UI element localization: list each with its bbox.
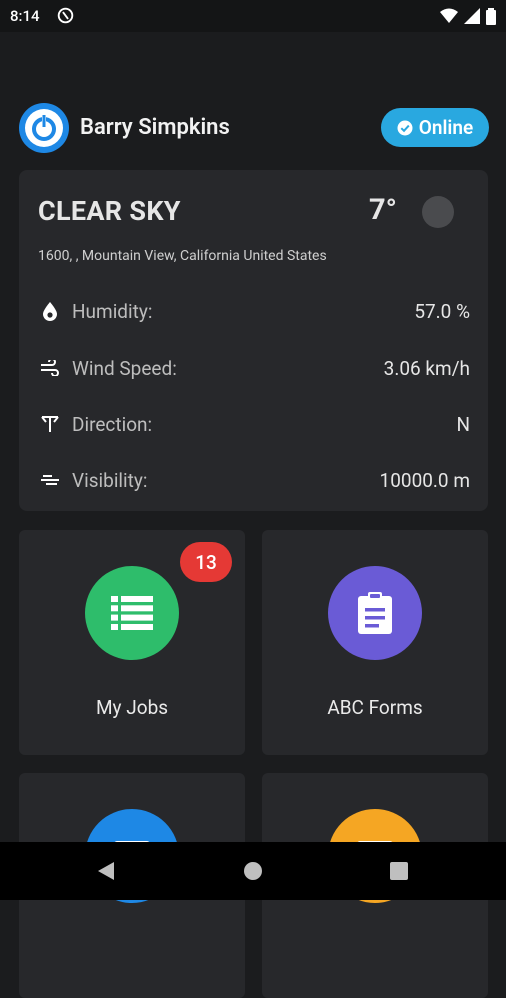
- my-jobs-icon-circle: [85, 566, 179, 660]
- status-icons: [440, 6, 496, 26]
- tile-label: My Jobs: [95, 696, 169, 719]
- weather-row-value: N: [456, 412, 470, 436]
- power-icon: [25, 109, 63, 147]
- weather-row-value: 3.06 km/h: [383, 356, 470, 380]
- weather-row-humidity: Humidity: 57.0 %: [38, 296, 470, 326]
- avatar[interactable]: [19, 103, 69, 153]
- tile-label: ABC Forms: [327, 696, 423, 719]
- weather-location: 1600, , Mountain View, California United…: [38, 248, 327, 264]
- user-name: Barry Simpkins: [80, 115, 230, 140]
- online-status-label: Online: [418, 116, 474, 139]
- weather-temperature: 7°: [369, 193, 397, 227]
- status-bar: 8:14: [0, 0, 506, 32]
- tile-my-jobs[interactable]: 13 My Jobs: [19, 530, 245, 755]
- wifi-icon: [440, 8, 458, 23]
- list-icon: [111, 596, 153, 630]
- back-button[interactable]: [66, 842, 146, 900]
- weather-row-label: Direction:: [72, 412, 153, 436]
- weather-row-wind: Wind Speed: 3.06 km/h: [38, 353, 470, 383]
- signal-icon: [464, 8, 480, 24]
- wind-icon: [38, 356, 62, 380]
- home-button[interactable]: [213, 842, 293, 900]
- weather-row-direction: Direction: N: [38, 409, 470, 439]
- weather-row-label: Humidity:: [72, 299, 153, 323]
- recents-button[interactable]: [359, 842, 439, 900]
- back-icon: [98, 862, 114, 880]
- my-jobs-count-badge: 13: [180, 542, 232, 582]
- check-circle-icon: [397, 120, 413, 135]
- tile-abc-forms[interactable]: ABC Forms: [262, 530, 488, 755]
- battery-icon: [486, 7, 496, 25]
- humidity-icon: [38, 299, 62, 323]
- weather-condition: CLEAR SKY: [38, 195, 181, 227]
- home-icon: [244, 862, 262, 880]
- online-status-button[interactable]: Online: [381, 108, 489, 147]
- weather-card: CLEAR SKY 7° 1600, , Mountain View, Cali…: [19, 170, 488, 511]
- system-navigation-bar: [0, 842, 506, 900]
- direction-icon: [38, 412, 62, 436]
- notification-app-icon: [57, 7, 74, 24]
- weather-row-value: 57.0 %: [414, 299, 470, 323]
- visibility-icon: [38, 468, 62, 492]
- recents-icon: [390, 862, 408, 880]
- status-time: 8:14: [10, 7, 40, 25]
- weather-row-label: Wind Speed:: [72, 356, 177, 380]
- clipboard-icon: [358, 592, 392, 634]
- weather-row-label: Visibility:: [72, 468, 148, 492]
- abc-forms-icon-circle: [328, 566, 422, 660]
- weather-row-value: 10000.0 m: [379, 468, 470, 492]
- weather-row-visibility: Visibility: 10000.0 m: [38, 465, 470, 495]
- weather-condition-icon: [422, 196, 454, 228]
